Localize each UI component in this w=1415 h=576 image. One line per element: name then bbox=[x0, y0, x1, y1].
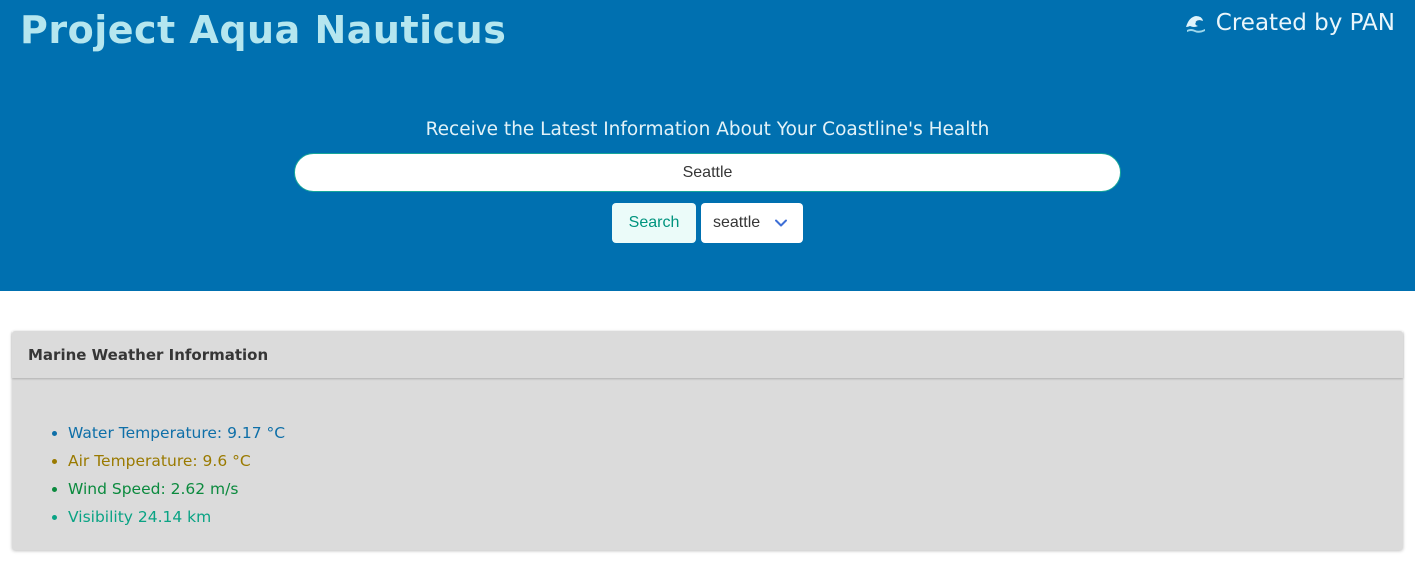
city-select[interactable]: seattle bbox=[701, 203, 803, 243]
hero-section: Project Aqua Nauticus Created by PAN Rec… bbox=[0, 0, 1415, 291]
air-temperature: Air Temperature: 9.6 °C bbox=[68, 447, 285, 475]
visibility: Visibility 24.14 km bbox=[68, 503, 285, 531]
search-button[interactable]: Search bbox=[612, 203, 696, 243]
search-input[interactable] bbox=[294, 153, 1121, 192]
marine-weather-card: Marine Weather Information Water Tempera… bbox=[12, 331, 1403, 550]
credit: Created by PAN bbox=[1184, 10, 1395, 36]
wave-icon bbox=[1184, 11, 1208, 35]
chevron-down-icon bbox=[775, 219, 787, 227]
wind-speed: Wind Speed: 2.62 m/s bbox=[68, 475, 285, 503]
site-title: Project Aqua Nauticus bbox=[20, 8, 507, 52]
weather-info-list: Water Temperature: 9.17 °C Air Temperatu… bbox=[50, 419, 285, 531]
city-select-value: seattle bbox=[713, 214, 761, 231]
credit-text: Created by PAN bbox=[1215, 10, 1395, 36]
tagline: Receive the Latest Information About You… bbox=[425, 119, 990, 140]
card-title: Marine Weather Information bbox=[12, 331, 1403, 378]
water-temperature: Water Temperature: 9.17 °C bbox=[68, 419, 285, 447]
